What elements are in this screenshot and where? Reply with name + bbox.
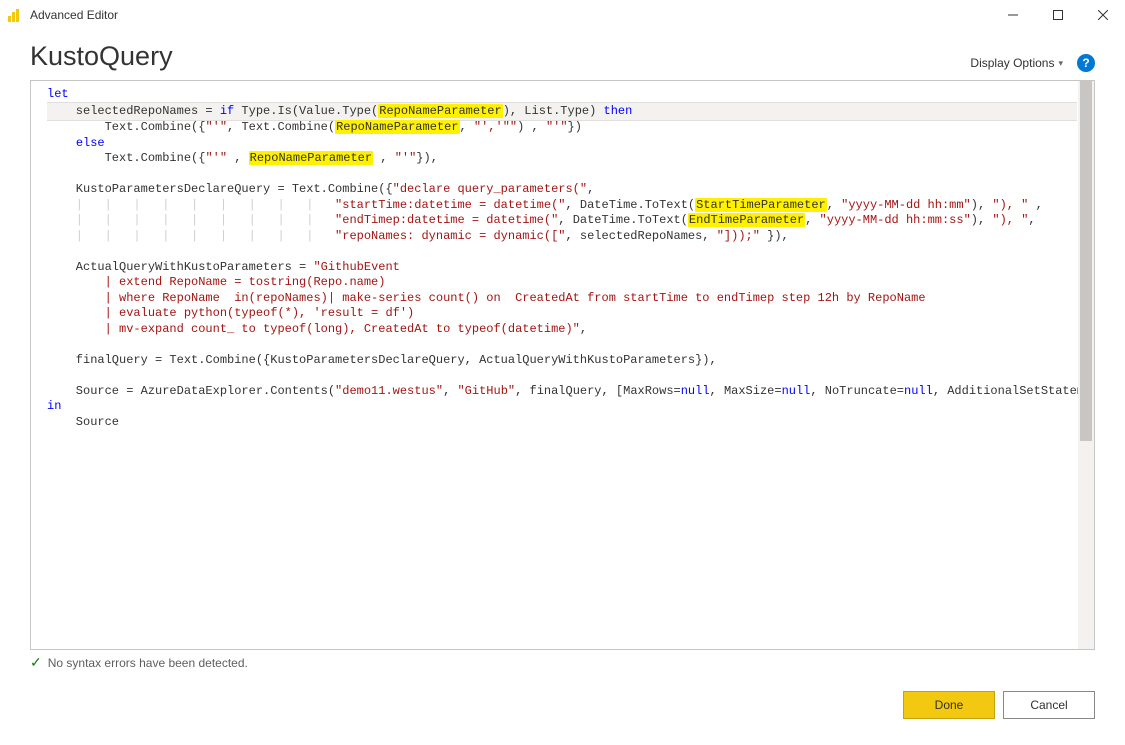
code-content[interactable]: let selectedRepoNames = if Type.Is(Value… xyxy=(31,81,1087,436)
display-options-label: Display Options xyxy=(970,56,1054,70)
page-title: KustoQuery xyxy=(30,41,173,72)
maximize-button[interactable] xyxy=(1035,0,1080,30)
header: KustoQuery Display Options ▾ ? xyxy=(0,31,1125,80)
chevron-down-icon: ▾ xyxy=(1058,58,1063,69)
footer: Done Cancel xyxy=(0,675,1125,719)
check-icon: ✓ xyxy=(30,654,42,671)
window-titlebar: Advanced Editor xyxy=(0,0,1125,31)
window-title: Advanced Editor xyxy=(30,8,990,22)
window-controls xyxy=(990,0,1125,30)
header-actions: Display Options ▾ ? xyxy=(970,54,1095,72)
close-button[interactable] xyxy=(1080,0,1125,30)
code-editor[interactable]: let selectedRepoNames = if Type.Is(Value… xyxy=(30,80,1095,650)
app-icon xyxy=(8,8,22,22)
cancel-button[interactable]: Cancel xyxy=(1003,691,1095,719)
done-button[interactable]: Done xyxy=(903,691,995,719)
vertical-scrollbar[interactable] xyxy=(1078,81,1094,649)
scrollbar-thumb[interactable] xyxy=(1080,81,1092,441)
display-options-dropdown[interactable]: Display Options ▾ xyxy=(970,56,1063,70)
status-message: No syntax errors have been detected. xyxy=(48,656,248,670)
help-icon[interactable]: ? xyxy=(1077,54,1095,72)
minimize-button[interactable] xyxy=(990,0,1035,30)
status-bar: ✓ No syntax errors have been detected. xyxy=(0,650,1125,675)
